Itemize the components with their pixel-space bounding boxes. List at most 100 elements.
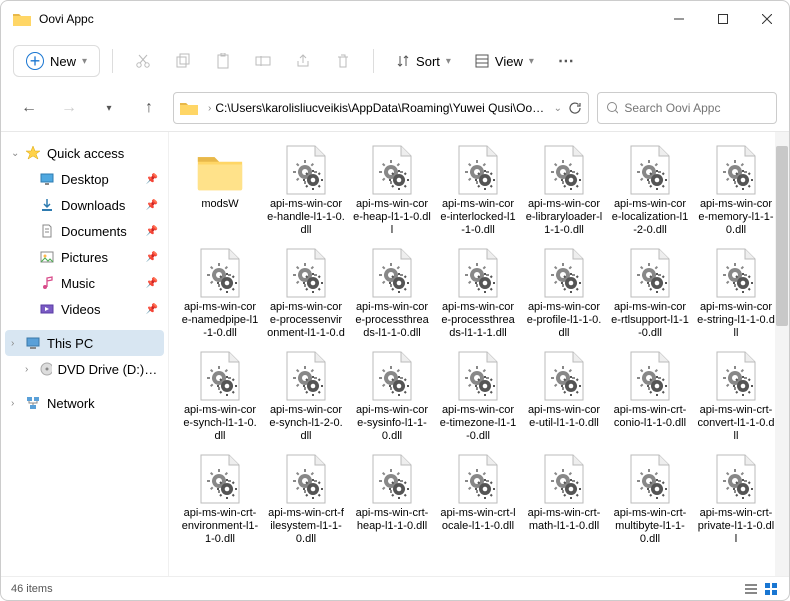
file-label: api-ms-win-core-synch-l1-1-0.dll xyxy=(181,404,259,443)
downloads-icon xyxy=(39,197,55,213)
dll-icon xyxy=(712,350,760,402)
new-button[interactable]: + New ▾ xyxy=(13,45,100,77)
file-item[interactable]: api-ms-win-core-timezone-l1-1-0.dll xyxy=(437,348,519,445)
sidebar-network[interactable]: › Network xyxy=(5,390,164,416)
file-item[interactable]: api-ms-win-core-memory-l1-1-0.dll xyxy=(695,142,777,239)
address-bar[interactable]: › C:\Users\karolisliucveikis\AppData\Roa… xyxy=(173,92,589,124)
maximize-button[interactable] xyxy=(701,1,745,37)
view-button[interactable]: View ▾ xyxy=(465,48,544,75)
close-button[interactable] xyxy=(745,1,789,37)
more-button[interactable]: ⋯ xyxy=(548,43,584,79)
file-item[interactable]: api-ms-win-crt-convert-l1-1-0.dll xyxy=(695,348,777,445)
file-item[interactable]: api-ms-win-crt-math-l1-1-0.dll xyxy=(523,451,605,548)
paste-button[interactable] xyxy=(205,43,241,79)
network-icon xyxy=(25,395,41,411)
rename-button[interactable] xyxy=(245,43,281,79)
sidebar-item-videos[interactable]: Videos📌 xyxy=(5,296,164,322)
file-item[interactable]: api-ms-win-core-libraryloader-l1-1-0.dll xyxy=(523,142,605,239)
search-input[interactable] xyxy=(624,101,768,115)
back-button[interactable]: ← xyxy=(13,92,45,124)
file-label: api-ms-win-core-localization-l1-2-0.dll xyxy=(611,198,689,237)
file-item[interactable]: api-ms-win-core-util-l1-1-0.dll xyxy=(523,348,605,445)
sidebar-item-pictures[interactable]: Pictures📌 xyxy=(5,244,164,270)
file-item[interactable]: api-ms-win-core-processthreads-l1-1-1.dl… xyxy=(437,245,519,342)
dll-icon xyxy=(540,247,588,299)
file-item[interactable]: api-ms-win-crt-conio-l1-1-0.dll xyxy=(609,348,691,445)
file-item[interactable]: api-ms-win-core-processthreads-l1-1-0.dl… xyxy=(351,245,433,342)
dll-icon xyxy=(282,247,330,299)
sidebar-item-label: Documents xyxy=(61,224,127,239)
sidebar-item-downloads[interactable]: Downloads📌 xyxy=(5,192,164,218)
dll-icon xyxy=(454,453,502,505)
file-item[interactable]: api-ms-win-crt-locale-l1-1-0.dll xyxy=(437,451,519,548)
separator xyxy=(112,49,113,73)
desktop-icon xyxy=(39,171,55,187)
file-item[interactable]: api-ms-win-core-synch-l1-2-0.dll xyxy=(265,348,347,445)
sidebar-this-pc[interactable]: › This PC xyxy=(5,330,164,356)
folder-item[interactable]: modsW xyxy=(179,142,261,239)
sidebar: ⌄ Quick access Desktop📌Downloads📌Documen… xyxy=(1,132,169,576)
copy-button[interactable] xyxy=(165,43,201,79)
chevron-right-icon[interactable]: › xyxy=(11,338,14,349)
chevron-right-icon[interactable]: › xyxy=(25,364,28,375)
file-item[interactable]: api-ms-win-core-heap-l1-1-0.dll xyxy=(351,142,433,239)
refresh-button[interactable] xyxy=(568,101,582,115)
file-label: api-ms-win-core-processenvironment-l1-1-… xyxy=(267,301,345,340)
dll-icon xyxy=(368,350,416,402)
file-item[interactable]: api-ms-win-core-string-l1-1-0.dll xyxy=(695,245,777,342)
dll-icon xyxy=(368,247,416,299)
sidebar-item-desktop[interactable]: Desktop📌 xyxy=(5,166,164,192)
address-path: C:\Users\karolisliucveikis\AppData\Roami… xyxy=(215,101,547,115)
share-button[interactable] xyxy=(285,43,321,79)
file-label: api-ms-win-crt-convert-l1-1-0.dll xyxy=(697,404,775,443)
file-item[interactable]: api-ms-win-crt-filesystem-l1-1-0.dll xyxy=(265,451,347,548)
dll-icon xyxy=(712,453,760,505)
file-item[interactable]: api-ms-win-core-profile-l1-1-0.dll xyxy=(523,245,605,342)
icons-view-button[interactable] xyxy=(763,581,779,597)
sidebar-item-label: This PC xyxy=(47,336,93,351)
new-label: New xyxy=(50,54,76,69)
forward-button[interactable]: → xyxy=(53,92,85,124)
file-item[interactable]: api-ms-win-core-synch-l1-1-0.dll xyxy=(179,348,261,445)
file-item[interactable]: api-ms-win-crt-multibyte-l1-1-0.dll xyxy=(609,451,691,548)
file-item[interactable]: api-ms-win-core-sysinfo-l1-1-0.dll xyxy=(351,348,433,445)
cut-button[interactable] xyxy=(125,43,161,79)
sidebar-dvd-drive[interactable]: › DVD Drive (D:) CCCC xyxy=(5,356,164,382)
scrollbar[interactable] xyxy=(775,132,789,576)
plus-icon: + xyxy=(26,52,44,70)
file-item[interactable]: api-ms-win-core-namedpipe-l1-1-0.dll xyxy=(179,245,261,342)
delete-button[interactable] xyxy=(325,43,361,79)
chevron-down-icon[interactable]: ⌄ xyxy=(554,103,562,114)
minimize-button[interactable] xyxy=(657,1,701,37)
chevron-down-icon[interactable]: ⌄ xyxy=(11,148,19,159)
dll-icon xyxy=(368,144,416,196)
file-item[interactable]: api-ms-win-crt-environment-l1-1-0.dll xyxy=(179,451,261,548)
sidebar-quick-access[interactable]: ⌄ Quick access xyxy=(5,140,164,166)
sidebar-item-label: Quick access xyxy=(47,146,124,161)
chevron-right-icon: › xyxy=(208,103,211,114)
disc-icon xyxy=(39,361,52,377)
file-label: api-ms-win-core-interlocked-l1-1-0.dll xyxy=(439,198,517,237)
up-button[interactable]: ↑ xyxy=(133,92,165,124)
search-box[interactable] xyxy=(597,92,777,124)
file-item[interactable]: api-ms-win-core-localization-l1-2-0.dll xyxy=(609,142,691,239)
file-item[interactable]: api-ms-win-core-rtlsupport-l1-1-0.dll xyxy=(609,245,691,342)
main: ⌄ Quick access Desktop📌Downloads📌Documen… xyxy=(1,131,789,576)
sidebar-item-music[interactable]: Music📌 xyxy=(5,270,164,296)
file-item[interactable]: api-ms-win-core-handle-l1-1-0.dll xyxy=(265,142,347,239)
sort-button[interactable]: Sort ▾ xyxy=(386,48,461,75)
recent-button[interactable]: ▾ xyxy=(93,92,125,124)
file-item[interactable]: api-ms-win-core-interlocked-l1-1-0.dll xyxy=(437,142,519,239)
scrollbar-thumb[interactable] xyxy=(776,146,788,326)
chevron-right-icon[interactable]: › xyxy=(11,398,14,409)
file-label: api-ms-win-core-libraryloader-l1-1-0.dll xyxy=(525,198,603,237)
content-pane[interactable]: modsWapi-ms-win-core-handle-l1-1-0.dllap… xyxy=(169,132,789,558)
file-item[interactable]: api-ms-win-crt-private-l1-1-0.dll xyxy=(695,451,777,548)
dll-icon xyxy=(626,247,674,299)
file-label: api-ms-win-crt-conio-l1-1-0.dll xyxy=(611,404,689,430)
file-item[interactable]: api-ms-win-crt-heap-l1-1-0.dll xyxy=(351,451,433,548)
dll-icon xyxy=(282,144,330,196)
file-item[interactable]: api-ms-win-core-processenvironment-l1-1-… xyxy=(265,245,347,342)
sidebar-item-documents[interactable]: Documents📌 xyxy=(5,218,164,244)
details-view-button[interactable] xyxy=(743,581,759,597)
